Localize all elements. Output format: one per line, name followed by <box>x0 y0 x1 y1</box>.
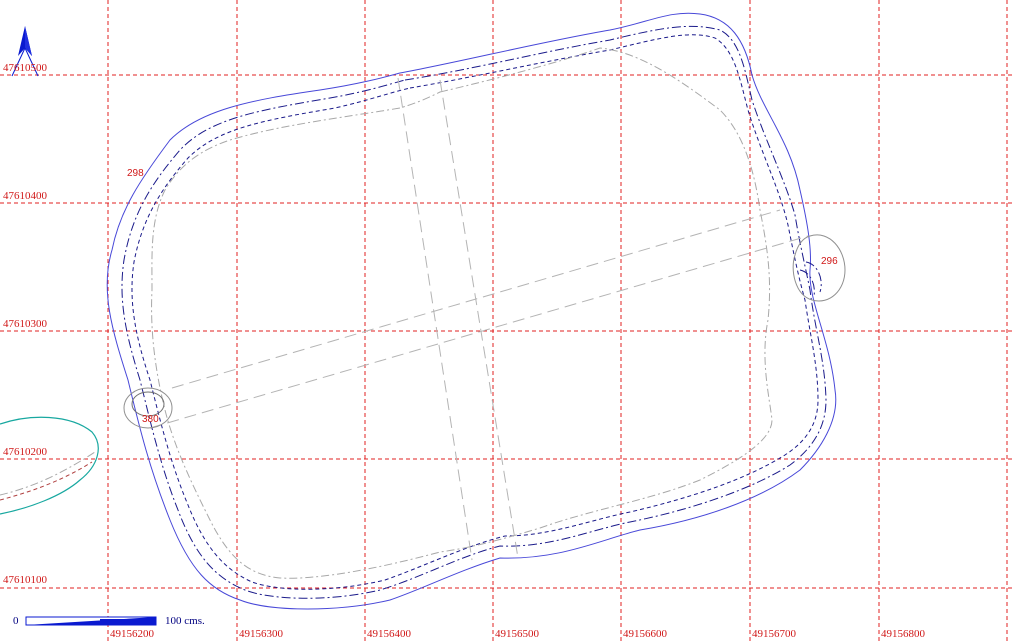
y-label-47610500: 47610500 <box>3 62 48 74</box>
scale-end-label: 100 cms. <box>165 615 205 627</box>
x-label-49156300: 49156300 <box>239 628 284 640</box>
map-canvas[interactable]: 47610500 47610400 47610300 47610200 4761… <box>0 0 1012 642</box>
y-label-47610400: 47610400 <box>3 190 48 202</box>
scale-bar: 0 100 cms. <box>13 615 205 627</box>
x-label-49156600: 49156600 <box>623 628 668 640</box>
x-label-49156800: 49156800 <box>881 628 926 640</box>
inner-platform-outline <box>151 47 773 579</box>
water-inner-feature <box>0 451 96 496</box>
elevation-label: 380 <box>142 414 159 425</box>
x-label-49156500: 49156500 <box>495 628 540 640</box>
crossing-paths <box>149 77 809 561</box>
scale-start-label: 0 <box>13 615 19 627</box>
elevation-label: 298 <box>127 168 144 179</box>
y-label-47610300: 47610300 <box>3 318 48 330</box>
water-edge-contour <box>0 416 99 515</box>
middle-enclosure-contour <box>121 25 827 599</box>
y-label-47610200: 47610200 <box>3 446 48 458</box>
y-label-47610100: 47610100 <box>3 574 48 586</box>
outer-enclosure-contour <box>106 12 837 610</box>
x-label-49156200: 49156200 <box>110 628 155 640</box>
x-label-49156400: 49156400 <box>367 628 412 640</box>
x-label-49156700: 49156700 <box>752 628 797 640</box>
elevation-label: 296 <box>821 256 838 267</box>
